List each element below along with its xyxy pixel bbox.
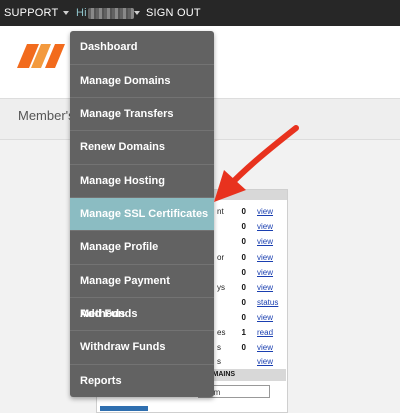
nav-sign-out[interactable]: SIGN OUT (146, 0, 201, 26)
row-count: 0 (241, 343, 246, 352)
nav-signout-label: SIGN OUT (146, 7, 201, 19)
menu-item-manage-domains[interactable]: Manage Domains (70, 64, 214, 97)
row-link[interactable]: view (257, 357, 273, 366)
menu-item-dashboard[interactable]: Dashboard (70, 31, 214, 64)
nav-greeting-label: Hi (76, 7, 87, 19)
brand-logo[interactable] (17, 44, 65, 68)
members-area-title: Member's (18, 108, 75, 123)
row-link[interactable]: view (257, 237, 273, 246)
menu-item-renew-domains[interactable]: Renew Domains (70, 130, 214, 163)
row-link[interactable]: view (257, 222, 273, 231)
row-label: or (217, 253, 225, 262)
row-link[interactable]: status (257, 298, 278, 307)
menu-item-reports[interactable]: Reports (70, 364, 214, 397)
row-label: nt (217, 207, 224, 216)
menu-item-manage-transfers[interactable]: Manage Transfers (70, 97, 214, 130)
row-count: 0 (241, 268, 246, 277)
nav-support-label: SUPPORT (4, 7, 59, 19)
row-label: es (217, 328, 226, 337)
menu-item-manage-ssl-certificates[interactable]: Manage SSL Certificates (70, 197, 214, 230)
account-dropdown-menu: Dashboard Manage Domains Manage Transfer… (70, 31, 214, 397)
nav-account[interactable]: Hi (76, 0, 87, 26)
chevron-down-icon (134, 11, 140, 15)
row-count: 0 (241, 207, 246, 216)
row-link[interactable]: view (257, 207, 273, 216)
row-count: 0 (241, 298, 246, 307)
row-link[interactable]: read (257, 328, 273, 337)
menu-item-manage-hosting[interactable]: Manage Hosting (70, 164, 214, 197)
menu-item-manage-payment-methods[interactable]: Manage Payment Methods (70, 264, 214, 320)
menu-item-add-funds[interactable]: Add Funds (70, 297, 214, 330)
row-label: s (217, 343, 221, 352)
row-count: 0 (241, 253, 246, 262)
row-link[interactable]: view (257, 313, 273, 322)
nav-support[interactable]: SUPPORT (4, 0, 58, 26)
row-link[interactable]: view (257, 268, 273, 277)
row-link[interactable]: view (257, 253, 273, 262)
row-label: s (217, 357, 221, 366)
menu-item-manage-profile[interactable]: Manage Profile (70, 230, 214, 263)
row-link[interactable]: view (257, 283, 273, 292)
row-count: 0 (241, 237, 246, 246)
row-count: 0 (241, 313, 246, 322)
submit-button[interactable] (100, 406, 148, 411)
row-link[interactable]: view (257, 343, 273, 352)
row-count: 0 (241, 283, 246, 292)
chevron-down-icon (63, 11, 69, 15)
row-count: 0 (241, 222, 246, 231)
redacted-username (88, 8, 134, 19)
row-label: ys (217, 283, 225, 292)
menu-item-withdraw-funds[interactable]: Withdraw Funds (70, 330, 214, 363)
row-count: 1 (241, 328, 246, 337)
